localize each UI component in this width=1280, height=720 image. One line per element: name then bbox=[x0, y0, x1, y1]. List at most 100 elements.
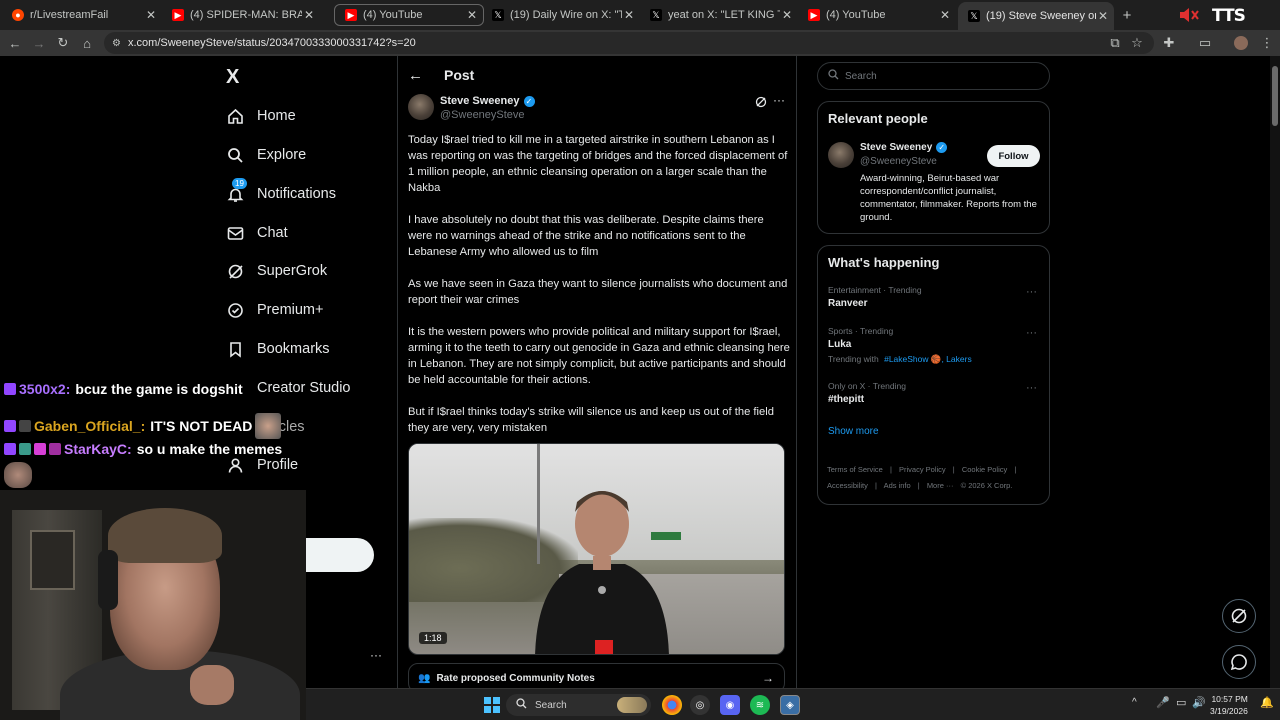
tab-1[interactable]: ▶ (4) SPIDER-MAN: BRAND NEW DAY ✕ bbox=[162, 4, 320, 26]
video-reporter bbox=[535, 491, 669, 654]
search-icon bbox=[226, 146, 244, 164]
post-button-partial[interactable] bbox=[306, 538, 374, 572]
tab-0[interactable]: ● r/LivestreamFail ✕ bbox=[2, 4, 162, 26]
close-icon[interactable]: ✕ bbox=[622, 8, 636, 22]
home-icon bbox=[226, 107, 244, 125]
person-name[interactable]: Steve Sweeney ✓ bbox=[860, 142, 948, 153]
person-handle[interactable]: @SweeneySteve bbox=[860, 156, 937, 167]
spotify-icon[interactable]: ≋ bbox=[750, 695, 770, 715]
obs-icon[interactable]: ◎ bbox=[690, 695, 710, 715]
tab-6-active[interactable]: 𝕏 (19) Steve Sweeney on X: "Toda ✕ bbox=[958, 2, 1114, 30]
grok-fab[interactable] bbox=[1222, 599, 1256, 633]
close-icon[interactable]: ✕ bbox=[465, 8, 479, 22]
nav-label: Home bbox=[257, 108, 296, 124]
chrome-icon[interactable] bbox=[662, 695, 682, 715]
trend-meta: Only on X · Trending bbox=[828, 381, 906, 391]
back-arrow-icon[interactable]: ← bbox=[408, 67, 426, 84]
home-icon[interactable]: ⌂ bbox=[78, 34, 96, 52]
close-icon[interactable]: ✕ bbox=[302, 8, 316, 22]
nav-supergrok[interactable]: SuperGrok bbox=[226, 256, 327, 286]
discord-icon[interactable]: ◉ bbox=[720, 695, 740, 715]
network-icon[interactable]: ▭ bbox=[1176, 696, 1186, 709]
windows-taskbar: Search ◎ ◉ ≋ ◈ ^ 🎤 ▭ 🔊 10:57 PM 3/19/202… bbox=[306, 688, 1280, 720]
footer-ads-info[interactable]: Ads info bbox=[884, 481, 911, 490]
close-icon[interactable]: ✕ bbox=[1096, 9, 1110, 23]
trend-more-icon[interactable]: ··· bbox=[1026, 327, 1037, 339]
scrollbar-thumb[interactable] bbox=[1272, 66, 1278, 126]
post-paragraph: I have absolutely no doubt that this was… bbox=[408, 214, 764, 258]
notification-bell-icon[interactable]: 🔔 bbox=[1260, 696, 1274, 709]
nav-explore[interactable]: Explore bbox=[226, 140, 306, 170]
person-avatar[interactable] bbox=[828, 142, 854, 168]
trend-more-icon[interactable]: ··· bbox=[1026, 382, 1037, 394]
speaker-badge-icon bbox=[19, 420, 31, 432]
extensions-icon[interactable]: ✚ bbox=[1160, 34, 1178, 52]
author-name[interactable]: Steve Sweeney ✓ bbox=[440, 95, 535, 107]
volume-icon[interactable]: 🔊 bbox=[1192, 696, 1206, 709]
new-tab-button[interactable]: + bbox=[1118, 6, 1136, 24]
nav-chat[interactable]: Chat bbox=[226, 218, 288, 248]
nav-label: Bookmarks bbox=[257, 341, 330, 357]
nav-premium[interactable]: Premium+ bbox=[226, 295, 323, 325]
windows-start-icon[interactable] bbox=[484, 697, 500, 713]
menu-icon[interactable]: ⋮ bbox=[1258, 34, 1276, 52]
close-icon[interactable]: ✕ bbox=[780, 8, 794, 22]
chat-user: 3500x2: bbox=[19, 381, 71, 397]
trend-more-icon[interactable]: ··· bbox=[1026, 286, 1037, 298]
tray-clock[interactable]: 10:57 PM 3/19/2026 bbox=[1210, 693, 1248, 717]
nav-home[interactable]: Home bbox=[226, 101, 296, 131]
trend-meta: Entertainment · Trending bbox=[828, 285, 922, 295]
webcam-picture-frame bbox=[30, 530, 75, 590]
nav-creator-studio[interactable]: Creator Studio bbox=[226, 373, 351, 403]
footer-cookie[interactable]: Cookie Policy bbox=[962, 465, 1007, 474]
footer-more[interactable]: More ··· bbox=[927, 481, 954, 490]
search-icon bbox=[516, 698, 527, 712]
x-logo[interactable]: X bbox=[226, 66, 239, 89]
footer-privacy[interactable]: Privacy Policy bbox=[899, 465, 946, 474]
page-scrollbar[interactable] bbox=[1270, 56, 1280, 720]
post-paragraph: But if I$rael thinks today's strike will… bbox=[408, 406, 774, 434]
back-icon[interactable]: ← bbox=[6, 34, 24, 52]
microphone-icon[interactable]: 🎤 bbox=[1156, 696, 1170, 709]
tab-2[interactable]: ▶ (4) YouTube ✕ bbox=[334, 4, 484, 26]
footer-accessibility[interactable]: Accessibility bbox=[827, 481, 868, 490]
search-input[interactable]: Search bbox=[817, 62, 1050, 90]
address-bar[interactable]: ⚙ x.com/SweeneySteve/status/203470033300… bbox=[104, 32, 1154, 54]
tab-3[interactable]: 𝕏 (19) Daily Wire on X: "This mig ✕ bbox=[482, 4, 640, 26]
site-info-icon[interactable]: ⚙ bbox=[112, 38, 121, 49]
follow-button[interactable]: Follow bbox=[987, 145, 1040, 167]
footer-terms[interactable]: Terms of Service bbox=[827, 465, 883, 474]
messages-fab[interactable] bbox=[1222, 645, 1256, 679]
grok-explain-icon[interactable] bbox=[755, 95, 767, 113]
show-more-link[interactable]: Show more bbox=[828, 426, 879, 437]
forward-icon[interactable]: → bbox=[30, 34, 48, 52]
active-app-icon[interactable]: ◈ bbox=[780, 695, 800, 715]
tab-5[interactable]: ▶ (4) YouTube ✕ bbox=[798, 4, 956, 26]
tab-label: r/LivestreamFail bbox=[30, 9, 109, 21]
sub-badge-icon bbox=[4, 383, 16, 395]
search-placeholder: Search bbox=[845, 70, 877, 82]
tab-4[interactable]: 𝕏 yeat on X: "LET KING TONKA TA ✕ bbox=[640, 4, 798, 26]
close-icon[interactable]: ✕ bbox=[938, 8, 952, 22]
nav-notifications[interactable]: 19 Notifications bbox=[226, 178, 336, 209]
verified-icon: ✓ bbox=[936, 142, 948, 153]
trend-meta: Sports · Trending bbox=[828, 326, 894, 336]
reload-icon[interactable]: ↻ bbox=[54, 34, 72, 52]
install-app-icon[interactable]: ⧉ bbox=[1106, 34, 1124, 52]
account-more-icon[interactable]: ··· bbox=[370, 648, 382, 662]
nav-bookmarks[interactable]: Bookmarks bbox=[226, 334, 330, 364]
taskbar-search[interactable]: Search bbox=[506, 694, 651, 716]
author-handle[interactable]: @SweeneySteve bbox=[440, 109, 525, 121]
x-icon: 𝕏 bbox=[650, 9, 662, 21]
post-more-icon[interactable]: ··· bbox=[773, 93, 785, 107]
profile-avatar-icon[interactable] bbox=[1232, 34, 1250, 52]
relevant-people-title: Relevant people bbox=[828, 111, 928, 126]
trend-related-tags[interactable]: #LakeShow 🏀, Lakers bbox=[884, 354, 972, 364]
bookmark-star-icon[interactable]: ☆ bbox=[1128, 34, 1146, 52]
author-avatar[interactable] bbox=[408, 94, 434, 120]
post-paragraph: Today I$rael tried to kill me in a targe… bbox=[408, 134, 788, 194]
post-video[interactable]: 1:18 bbox=[408, 443, 785, 655]
close-icon[interactable]: ✕ bbox=[144, 8, 158, 22]
sidebar-icon[interactable]: ▭ bbox=[1196, 34, 1214, 52]
tray-chevron-icon[interactable]: ^ bbox=[1132, 697, 1137, 708]
